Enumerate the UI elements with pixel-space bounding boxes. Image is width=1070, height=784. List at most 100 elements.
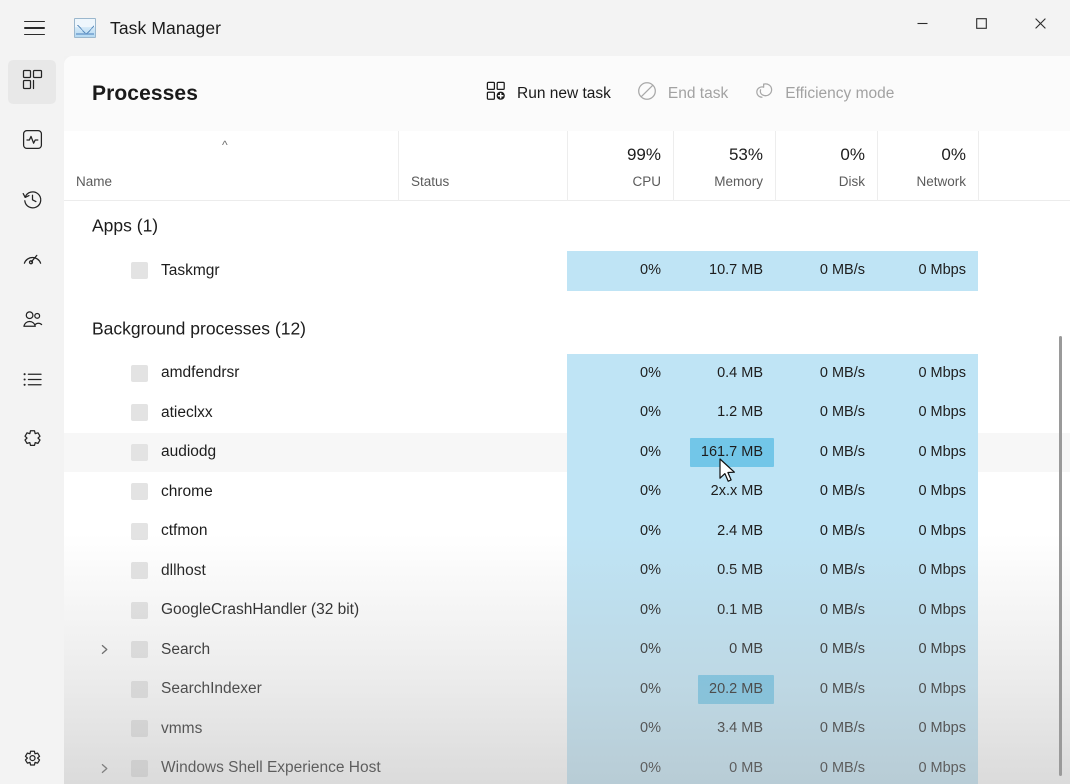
chevron-right-icon[interactable] — [96, 642, 112, 658]
process-name: audiodg — [161, 443, 217, 461]
group-header-label: Background processes (12) — [92, 318, 306, 338]
cell-disk-value: 0 MB/s — [819, 262, 865, 279]
close-button[interactable] — [1011, 0, 1070, 47]
table-row[interactable]: Taskmgr 0% 10.7 MB 0 MB/s 0 Mbps — [64, 251, 1070, 291]
efficiency-mode-label: Efficiency mode — [785, 84, 895, 102]
cell-name: SearchIndexer — [64, 670, 398, 710]
column-header-disk[interactable]: 0% Disk — [775, 131, 877, 201]
process-name: Taskmgr — [161, 261, 220, 279]
sidebar-item-users[interactable] — [8, 300, 56, 344]
cell-name: amdfendrsr — [64, 354, 398, 394]
process-icon — [131, 443, 148, 461]
cell-network-value: 0 Mbps — [918, 364, 966, 381]
process-icon — [131, 262, 148, 280]
table-header-row: ^ Name Status 99% CPU 53% Memory 0% Disk — [64, 131, 1070, 201]
cell-memory: 10.7 MB — [673, 251, 775, 291]
sidebar-item-startup-apps[interactable] — [8, 240, 56, 284]
column-header-spare[interactable] — [978, 131, 1070, 201]
cell-network-value: 0 Mbps — [918, 601, 966, 618]
table-row[interactable]: dllhost 0% 0.5 MB 0 MB/s 0 Mbps — [64, 551, 1070, 591]
table-row[interactable]: atieclxx 0% 1.2 MB 0 MB/s 0 Mbps — [64, 393, 1070, 433]
cell-memory: 1.2 MB — [673, 393, 775, 433]
cell-network: 0 Mbps — [877, 353, 978, 393]
table-row[interactable]: Search 0% 0 MB 0 MB/s 0 Mbps — [64, 630, 1070, 670]
cell-cpu: 0% — [567, 251, 673, 291]
column-header-name[interactable]: ^ Name — [64, 131, 398, 201]
maximize-button[interactable] — [952, 0, 1011, 47]
cell-network-value: 0 Mbps — [918, 720, 966, 737]
cell-network-value: 0 Mbps — [918, 262, 966, 279]
chevron-right-icon[interactable] — [96, 760, 112, 776]
task-manager-window: Task Manager Processes Run new task End … — [0, 0, 1070, 784]
cell-network-value: 0 Mbps — [918, 443, 966, 460]
sidebar-item-processes[interactable] — [8, 60, 56, 104]
cell-name: Windows Shell Experience Host — [64, 749, 398, 784]
content-panel: Processes Run new task End task Efficien… — [64, 56, 1070, 784]
column-header-cpu[interactable]: 99% CPU — [567, 131, 673, 201]
cell-disk: 0 MB/s — [775, 393, 877, 433]
process-icon — [131, 522, 148, 540]
column-header-status[interactable]: Status — [398, 131, 567, 201]
cell-memory: 3.4 MB — [673, 709, 775, 749]
process-icon — [131, 680, 148, 698]
cell-disk-value: 0 MB/s — [819, 641, 865, 658]
table-row[interactable]: SearchIndexer 0% 20.2 MB 0 MB/s 0 Mbps — [64, 669, 1070, 710]
vertical-scrollbar[interactable] — [1055, 276, 1067, 784]
process-name: SearchIndexer — [161, 680, 262, 698]
cell-status — [398, 670, 567, 710]
cell-memory-value: 0.5 MB — [717, 562, 763, 579]
efficiency-mode-button[interactable]: Efficiency mode — [742, 76, 906, 112]
column-header-network[interactable]: 0% Network — [877, 131, 978, 201]
scrollbar-thumb[interactable] — [1059, 336, 1062, 776]
process-name: Windows Shell Experience Host — [161, 759, 381, 777]
cell-memory: 2.4 MB — [673, 511, 775, 551]
group-header-label: Apps (1) — [92, 215, 159, 236]
column-header-network-label: Network — [916, 174, 966, 189]
table-row[interactable]: Windows Shell Experience Host 0% 0 MB 0 MB/… — [64, 748, 1070, 784]
cell-network: 0 Mbps — [877, 709, 978, 749]
hamburger-menu-icon[interactable] — [10, 8, 58, 48]
sidebar-item-app-history[interactable] — [8, 180, 56, 224]
end-task-button[interactable]: End task — [625, 76, 740, 112]
process-name: dllhost — [161, 561, 206, 579]
cell-memory-value: 0 MB — [729, 759, 763, 776]
cell-name: ctfmon — [64, 512, 398, 552]
column-header-memory[interactable]: 53% Memory — [673, 131, 775, 201]
title-bar: Task Manager — [0, 0, 1070, 56]
table-row[interactable]: vmms 0% 3.4 MB 0 MB/s 0 Mbps — [64, 709, 1070, 749]
group-header-row[interactable]: Background processes (12) — [64, 304, 1070, 354]
cell-memory: 0.4 MB — [673, 353, 775, 393]
table-row[interactable]: ctfmon 0% 2.4 MB 0 MB/s 0 Mbps — [64, 511, 1070, 552]
table-row[interactable]: audiodg 0% 161.7 MB 0 MB/s 0 Mbps — [64, 432, 1070, 472]
table-row[interactable]: GoogleCrashHandler (32 bit) 0% 0.1 MB 0 MB/… — [64, 590, 1070, 630]
cell-disk: 0 MB/s — [775, 472, 877, 512]
column-header-status-label: Status — [411, 174, 450, 189]
run-new-task-button[interactable]: Run new task — [474, 76, 623, 112]
startup-apps-icon — [22, 249, 43, 275]
cell-disk: 0 MB/s — [775, 709, 877, 749]
cell-memory-value: 0 MB — [729, 641, 763, 658]
command-bar: Processes Run new task End task Efficien… — [64, 56, 1070, 131]
cell-disk-value: 0 MB/s — [819, 680, 865, 697]
minimize-button[interactable] — [893, 0, 952, 47]
cell-status — [398, 354, 567, 394]
process-name: ctfmon — [161, 522, 208, 540]
table-body: Apps (1) Taskmgr 0% 10.7 MB 0 MB/s 0 Mbps Back… — [64, 201, 1070, 784]
more-options-icon[interactable] — [1064, 77, 1070, 111]
cell-memory: 0 MB — [673, 748, 775, 784]
table-row[interactable]: amdfendrsr 0% 0.4 MB 0 MB/s 0 Mbps — [64, 353, 1070, 394]
cell-status — [398, 393, 567, 433]
task-manager-app-icon — [74, 18, 96, 38]
group-header-row[interactable]: Apps (1) — [64, 201, 1070, 251]
cell-memory: 0 MB — [673, 630, 775, 670]
process-icon — [131, 720, 148, 738]
sidebar-item-services[interactable] — [8, 420, 56, 464]
sidebar-item-performance[interactable] — [8, 120, 56, 164]
sidebar-item-settings[interactable] — [8, 740, 56, 784]
cell-cpu-value: 0% — [640, 443, 661, 460]
sidebar-item-details[interactable] — [8, 360, 56, 404]
cell-memory: 2x.x MB — [673, 472, 775, 512]
cell-memory-value: 0.4 MB — [717, 364, 763, 381]
process-icon — [131, 562, 148, 580]
table-row[interactable]: chrome 0% 2x.x MB 0 MB/s 0 Mbps — [64, 472, 1070, 512]
